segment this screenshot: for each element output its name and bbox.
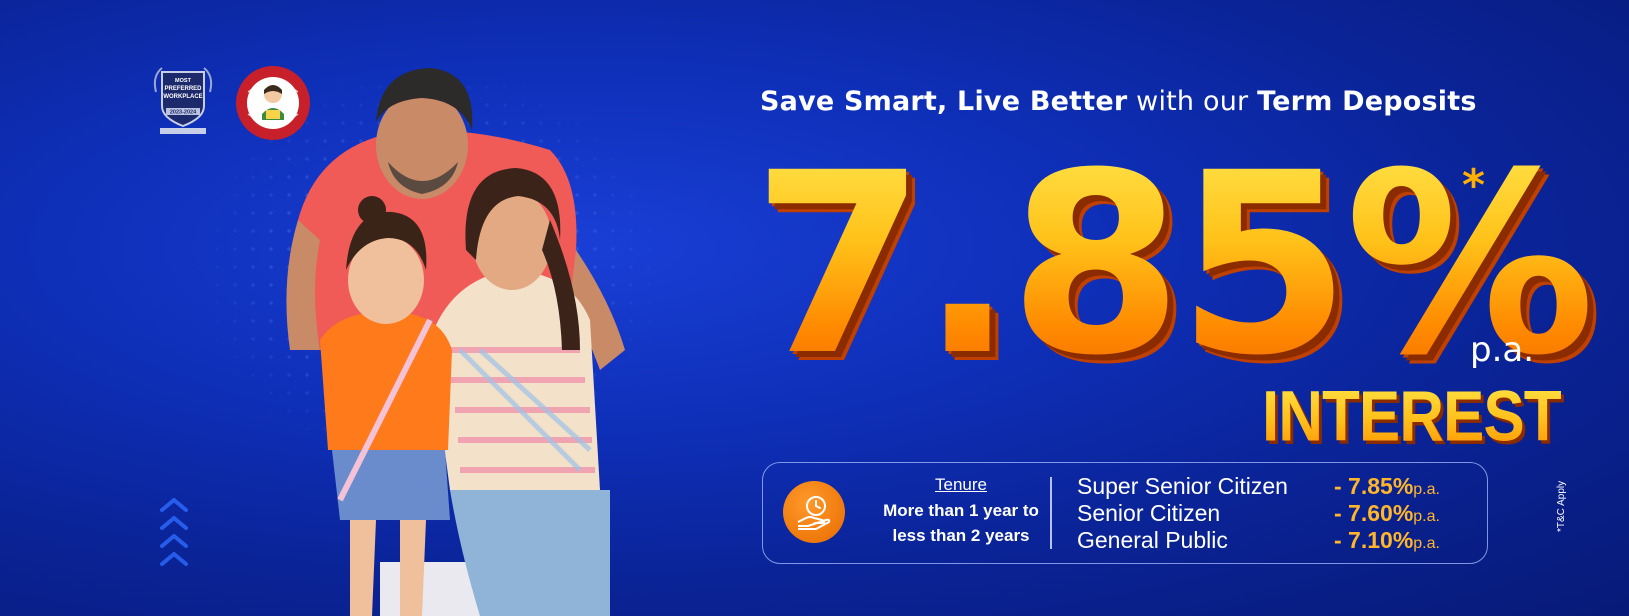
interest-label: INTEREST [1262,377,1562,457]
workplace-badge-icon: MOST PREFERRED WORKPLACE 2023-2024 [153,67,213,134]
rate-unit: p.a. [1413,481,1440,498]
rate-asterisk: * [1462,160,1486,211]
per-annum-label: p.a. [1470,330,1535,370]
tenure-line-1: More than 1 year to [883,501,1039,520]
headline-part1: Save Smart, Live Better [760,86,1128,117]
headline-part2: with our [1127,86,1258,117]
divider [1050,477,1052,549]
svg-text:2023-2024: 2023-2024 [170,110,197,116]
tenure-title: Tenure [935,475,987,494]
rate-unit: p.a. [1413,508,1440,525]
rate-unit: p.a. [1413,535,1440,552]
rate-category: General Public [1077,527,1228,553]
term-deposit-banner[interactable]: MOST PREFERRED WORKPLACE 2023-2024 Save … [0,0,1629,616]
rate-row-general: General Public - 7.10% p.a. [1077,527,1440,554]
rate-category: Senior Citizen [1077,500,1221,526]
tenure-rates-box: Tenure More than 1 year to less than 2 y… [762,462,1488,564]
rates-list: Super Senior Citizen - 7.85% p.a. Senior… [1077,473,1440,554]
svg-text:MOST: MOST [175,78,192,84]
svg-text:PREFERRED: PREFERRED [164,86,202,92]
rate-value: - 7.10% [1334,527,1414,553]
headline-part3: Term Deposits [1257,86,1477,117]
chevron-up-icon [160,498,188,566]
rate-row-senior: Senior Citizen - 7.60% p.a. [1077,500,1440,527]
tc-disclaimer: *T&C Apply [1556,480,1567,532]
rate-value: 7.85 [752,119,1351,410]
clock-hand-icon [783,481,845,543]
rate-value: - 7.85% [1334,473,1414,499]
family-photo [286,68,625,616]
rate-category: Super Senior Citizen [1077,473,1288,499]
rate-value: - 7.60% [1334,500,1414,526]
tenure-block: Tenure More than 1 year to less than 2 y… [861,475,1061,548]
svg-text:WORKPLACE: WORKPLACE [163,94,202,100]
tenure-line-2: less than 2 years [892,526,1030,545]
headline: Save Smart, Live Better with our Term De… [760,86,1520,117]
rate-row-super-senior: Super Senior Citizen - 7.85% p.a. [1077,473,1440,500]
